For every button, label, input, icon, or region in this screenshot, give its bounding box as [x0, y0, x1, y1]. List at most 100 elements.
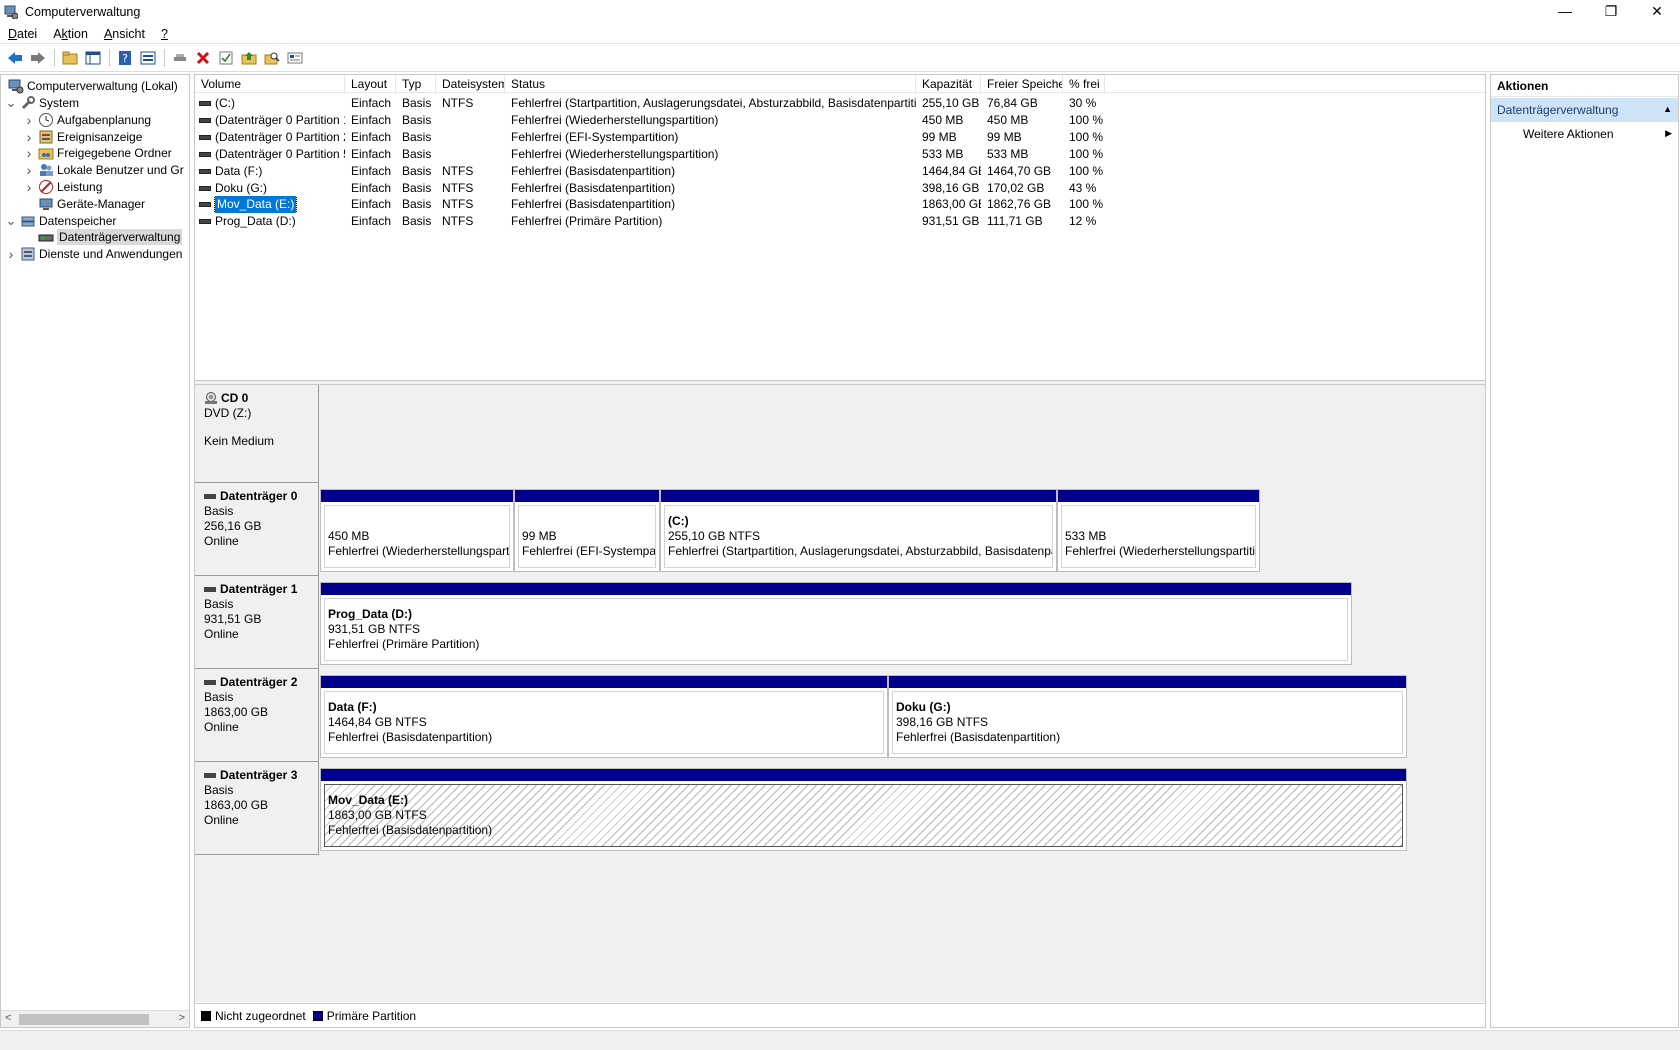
menu-datei[interactable]: Datei [0, 27, 45, 41]
volume-name: Prog_Data (D:) [215, 214, 296, 229]
tree-root[interactable]: Computerverwaltung (Lokal) [5, 77, 178, 95]
table-row[interactable]: Prog_Data (D:) Einfach Basis NTFS Fehlerfrei… [195, 213, 1485, 230]
tree-item-label: Leistung [57, 180, 103, 194]
table-row[interactable]: (Datenträger 0 Partition 2) Einfach Basis F… [195, 129, 1485, 146]
column-header[interactable]: Kapazität [916, 75, 981, 93]
disk-info[interactable]: Datenträger 3 Basis 1863,00 GB Online [195, 762, 319, 855]
search-icon[interactable] [261, 48, 283, 68]
menu-aktion[interactable]: Aktion [45, 27, 96, 41]
scroll-thumb[interactable] [19, 1014, 149, 1025]
disk-info[interactable]: Datenträger 0 Basis 256,16 GB Online [195, 483, 319, 576]
console-tree-icon[interactable] [137, 48, 159, 68]
tree-horizontal-scrollbar[interactable]: < > [1, 1010, 189, 1027]
partition-status: Fehlerfrei (Startpartition, Auslagerungs… [668, 544, 1053, 558]
chevron-right-icon[interactable]: › [23, 162, 35, 178]
collapse-icon[interactable]: ▲ [1663, 104, 1672, 114]
tree-item-lokale-benutzer-und-gr[interactable]: › Lokale Benutzer und Gr [23, 161, 184, 179]
tree-item-ereignisanzeige[interactable]: › Ereignisanzeige [23, 128, 143, 146]
chevron-down-icon[interactable]: ⌄ [5, 213, 17, 229]
tree-item-geräte-manager[interactable]: Geräte-Manager [23, 195, 145, 213]
forward-icon[interactable] [27, 48, 49, 68]
tree-item-dienste-und-anwendungen[interactable]: › Dienste und Anwendungen [5, 245, 183, 263]
table-cell-volume: (Datenträger 0 Partition 5) [195, 146, 345, 163]
menu-help[interactable]: ? [153, 27, 176, 41]
tree-item-label: Datenträgerverwaltung [57, 229, 183, 246]
volume-list-header: Volume Layout Typ Dateisystem Status Kapazitä… [195, 75, 1485, 93]
table-cell-free: 170,02 GB [987, 180, 1045, 195]
tree-item-leistung[interactable]: › Leistung [23, 178, 103, 196]
table-cell-typ: Basis [402, 112, 432, 127]
partition-size: 255,10 GB NTFS [668, 529, 761, 543]
volume-icon [199, 101, 211, 106]
partition[interactable]: 533 MB Fehlerfrei (Wiederherstellungspart… [1057, 489, 1260, 572]
more-actions-item[interactable]: Weitere Aktionen ▶ [1491, 122, 1678, 146]
table-row[interactable]: Data (F:) Einfach Basis NTFS Fehlerfrei (Bas… [195, 163, 1485, 180]
tree-item-label: Dienste und Anwendungen [39, 247, 183, 262]
partition[interactable]: 450 MB Fehlerfrei (Wiederherstellungspart… [320, 489, 514, 572]
tree-item-datenträgerverwaltung[interactable]: Datenträgerverwaltung [23, 228, 183, 246]
disk-size: 256,16 GB [204, 519, 262, 533]
chevron-right-icon[interactable]: › [23, 145, 35, 161]
partition[interactable]: (C:) 255,10 GB NTFS Fehlerfrei (Startparti… [660, 489, 1057, 572]
column-header[interactable]: Layout [345, 75, 396, 93]
volume-name: (C:) [215, 96, 235, 110]
column-header[interactable]: Dateisystem [436, 75, 505, 93]
partition[interactable]: 99 MBFehlerfrei (EFI-Systempartition) [514, 489, 660, 572]
actions-header: Aktionen [1491, 75, 1678, 97]
tree-item-label: Aufgabenplanung [57, 112, 152, 127]
view-icon[interactable] [284, 48, 306, 68]
chevron-right-icon[interactable]: › [23, 112, 35, 128]
tree-item-datenspeicher[interactable]: ⌄ Datenspeicher [5, 212, 117, 230]
tree-item-freigegebene-ordner[interactable]: › Freigegebene Ordner [23, 144, 172, 162]
status-bar [0, 1030, 1680, 1050]
tree-item-aufgabenplanung[interactable]: › Aufgabenplanung [23, 111, 151, 129]
delete-icon[interactable] [192, 48, 214, 68]
disk-info[interactable]: Datenträger 1 Basis 931,51 GB Online [195, 576, 319, 669]
chevron-right-icon[interactable]: › [23, 129, 35, 145]
volume-icon [199, 117, 211, 123]
partition[interactable]: Data (F:) 1464,84 GB NTFS Fehlerfrei (Basi… [320, 675, 888, 758]
partition[interactable]: Mov_Data (E:) 1863,00 GB NTFS Fehlerfrei (… [320, 768, 1407, 851]
actions-section-disk-management[interactable]: Datenträgerverwaltung ▲ [1491, 98, 1678, 122]
column-header[interactable]: % frei [1063, 75, 1105, 93]
table-cell-status: Fehlerfrei (Basisdatenpartition) [511, 180, 676, 195]
help-icon[interactable]: ? [114, 48, 136, 68]
chevron-down-icon[interactable]: ⌄ [5, 95, 17, 111]
minimize-button[interactable]: — [1542, 0, 1588, 22]
column-header[interactable]: Freier Speicher [981, 75, 1063, 93]
tree-item-system[interactable]: ⌄ System [5, 94, 79, 112]
back-icon[interactable] [4, 48, 26, 68]
table-row[interactable]: (Datenträger 0 Partition 1) Einfach Basis F… [195, 112, 1485, 129]
table-row[interactable]: (C:) Einfach Basis NTFS Fehlerfrei (Startpar… [195, 95, 1485, 112]
table-cell-pct: 100 % [1069, 112, 1104, 127]
table-row[interactable]: Mov_Data (E:) Einfach Basis NTFS Fehlerfrei … [195, 196, 1485, 214]
disk-management-icon [38, 229, 54, 245]
chevron-right-icon[interactable]: › [23, 179, 35, 195]
table-row[interactable]: Doku (G:) Einfach Basis NTFS Fehlerfrei (Bas… [195, 180, 1485, 197]
volume-name: (Datenträger 0 Partition 1) [215, 112, 345, 127]
partition[interactable]: Doku (G:) 398,16 GB NTFS Fehlerfrei (Basis… [888, 675, 1407, 758]
up-folder-icon[interactable] [59, 48, 81, 68]
show-hide-tree-icon[interactable] [82, 48, 104, 68]
properties-icon[interactable] [215, 48, 237, 68]
column-header[interactable]: Status [505, 75, 916, 93]
scroll-right-icon[interactable]: > [179, 1012, 185, 1024]
table-cell-fs [436, 129, 505, 146]
table-cell-cap: 99 MB [922, 129, 957, 144]
restore-button[interactable]: ❐ [1588, 0, 1634, 22]
disk-info[interactable]: Datenträger 2 Basis 1863,00 GB Online [195, 669, 319, 762]
column-header[interactable]: Volume [195, 75, 345, 93]
partition-body: 99 MBFehlerfrei (EFI-Systempartition) [518, 505, 656, 568]
chevron-right-icon[interactable]: › [5, 246, 17, 262]
connect-icon[interactable] [169, 48, 191, 68]
close-button[interactable]: ✕ [1634, 0, 1680, 22]
legend-label: Nicht zugeordnet [215, 1008, 306, 1023]
column-header[interactable]: Typ [396, 75, 436, 93]
disk-info[interactable]: CD 0 DVD (Z:) Kein Medium [195, 385, 319, 483]
table-row[interactable]: (Datenträger 0 Partition 5) Einfach Basis F… [195, 146, 1485, 163]
scroll-left-icon[interactable]: < [5, 1012, 11, 1024]
menu-ansicht[interactable]: Ansicht [96, 27, 153, 41]
folder-up-icon[interactable] [238, 48, 260, 68]
table-cell-fs: NTFS [442, 163, 474, 178]
partition[interactable]: Prog_Data (D:) 931,51 GB NTFS Fehlerfrei (… [320, 582, 1352, 665]
